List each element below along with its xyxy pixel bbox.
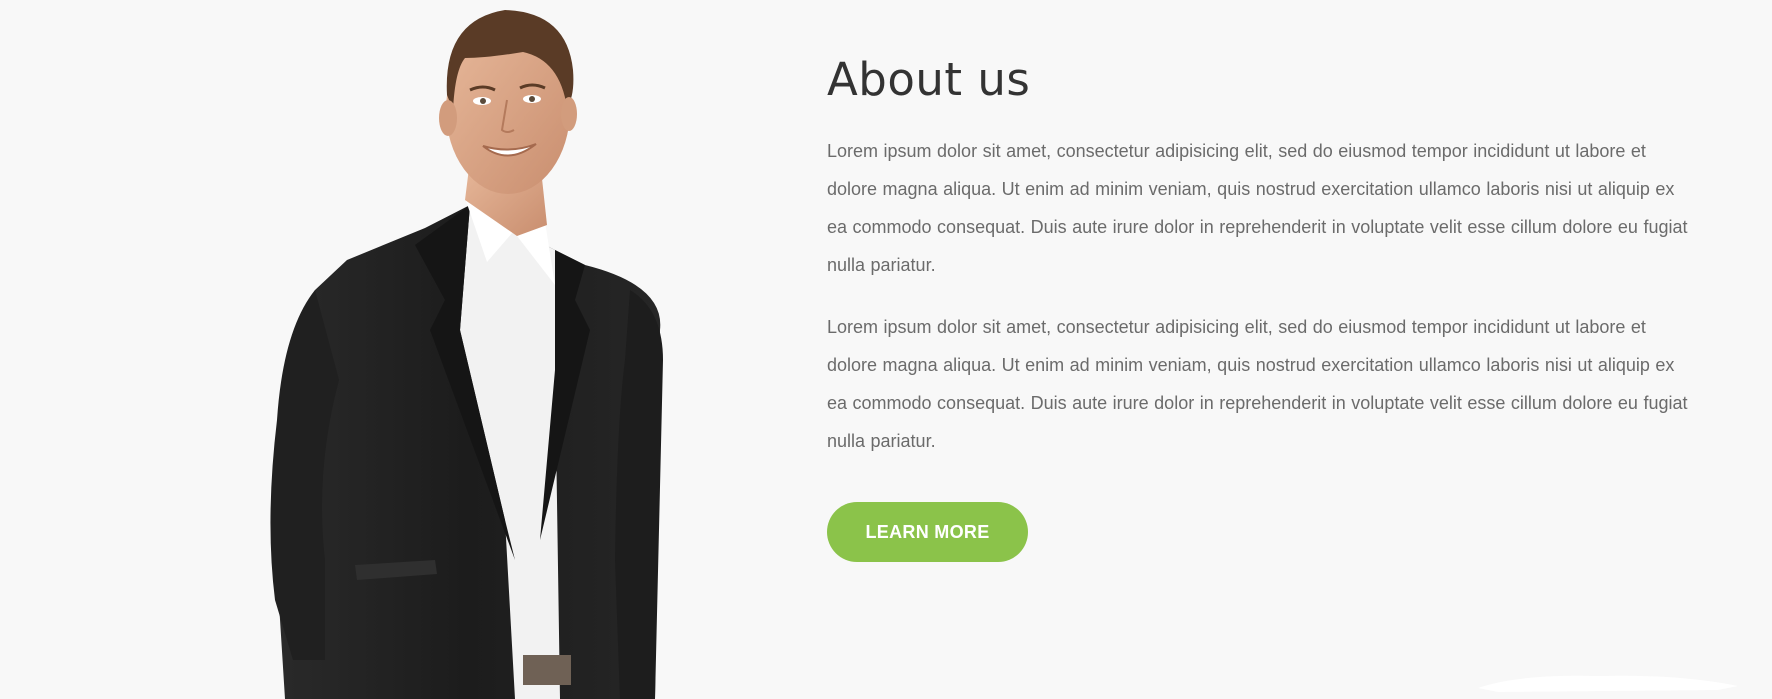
person-photo: [255, 0, 695, 699]
about-paragraph-1: Lorem ipsum dolor sit amet, consectetur …: [827, 141, 1688, 275]
learn-more-button[interactable]: LEARN MORE: [827, 502, 1028, 562]
decorative-brush-stroke: [1478, 675, 1738, 692]
about-content: About us Lorem ipsum dolor sit amet, con…: [827, 48, 1697, 562]
about-paragraph-2: Lorem ipsum dolor sit amet, consectetur …: [827, 317, 1688, 451]
page-title: About us: [827, 53, 1031, 106]
about-section: About us Lorem ipsum dolor sit amet, con…: [0, 0, 1772, 699]
